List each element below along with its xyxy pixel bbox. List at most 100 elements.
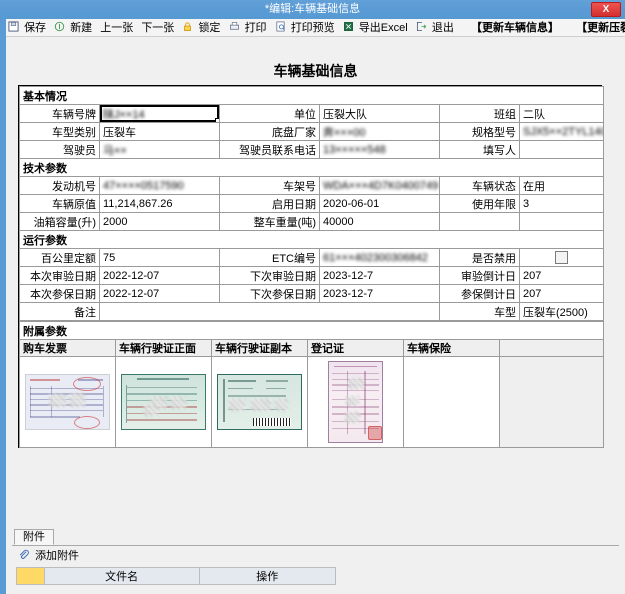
doc-cell-invoice[interactable]: [19, 356, 116, 448]
close-button[interactable]: X: [591, 2, 621, 17]
disabled-checkbox[interactable]: [555, 250, 568, 264]
value-insurance-countdown[interactable]: 207: [519, 284, 604, 303]
value-etc-no[interactable]: 61×××402300306842: [319, 248, 440, 267]
value-gross-weight[interactable]: 40000: [319, 212, 440, 231]
section-header-row-operation: 运行参数: [19, 230, 604, 249]
label-vin: 车架号: [219, 176, 320, 195]
window-title: *编辑:车辆基础信息: [264, 3, 361, 15]
label-unit: 单位: [219, 104, 320, 123]
value-vehicle-status[interactable]: 在用: [519, 176, 604, 195]
value-service-life[interactable]: 3: [519, 194, 604, 213]
value-plate[interactable]: 陕J××14: [99, 104, 220, 123]
toolbar-update-frac-vehicle-info-button[interactable]: 【更新压裂车辆信息】: [574, 19, 625, 36]
value-remark[interactable]: [99, 302, 440, 321]
label-filled-by: 填写人: [439, 140, 520, 159]
toolbar-update-vehicle-info-button[interactable]: 【更新车辆信息】: [469, 19, 562, 36]
label-last-inspection-date: 本次审验日期: [19, 266, 100, 285]
value-engine-no[interactable]: 47××××0517590: [99, 176, 220, 195]
label-tank-capacity: 油箱容量(升): [19, 212, 100, 231]
label-last-insurance-date: 本次参保日期: [19, 284, 100, 303]
toolbar-export-excel-label: 导出Excel: [358, 22, 408, 34]
value-spec-model[interactable]: SJX5××2TYL140: [519, 122, 604, 141]
label-plate: 车辆号牌: [19, 104, 100, 123]
excel-icon: [343, 20, 354, 31]
value-team[interactable]: 二队: [519, 104, 604, 123]
doc-thumbnail-license-copy: [213, 358, 306, 446]
value-start-date[interactable]: 2020-06-01: [319, 194, 440, 213]
value-vin[interactable]: WDA×××4D7K0400749: [319, 176, 440, 195]
doc-header-invoice: 购车发票: [19, 339, 116, 357]
value-driver-phone[interactable]: 13×××××548: [319, 140, 440, 159]
doc-header-license-copy: 车辆行驶证副本: [211, 339, 308, 357]
exit-icon: [416, 20, 427, 32]
toolbar-prev-button[interactable]: 上一张: [98, 19, 136, 36]
doc-cell-spare: [499, 356, 604, 448]
attachment-table-corner[interactable]: [16, 567, 45, 585]
toolbar-exit-label: 退出: [431, 22, 454, 34]
section-title-basic: 基本情况: [19, 86, 604, 105]
toolbar-next-button[interactable]: 下一张: [139, 19, 177, 36]
doc-cell-license-front[interactable]: [115, 356, 212, 448]
attachment-panel: 附件 添加附件 文件名 操作: [12, 529, 619, 590]
section-title-attachment-params: 附属参数: [19, 321, 604, 340]
new-icon: [54, 20, 65, 32]
vehicle-form-grid: 基本情况 车辆号牌 陕J××14 单位 压裂大队 班组 二队 车型类别 压裂车 …: [19, 86, 604, 321]
doc-cell-registration[interactable]: [307, 356, 404, 448]
value-unit[interactable]: 压裂大队: [319, 104, 440, 123]
toolbar-print-button[interactable]: 打印: [227, 19, 270, 36]
window-titlebar: *编辑:车辆基础信息 X: [0, 0, 625, 19]
toolbar-print-label: 打印: [244, 22, 267, 34]
toolbar-prev-label: 上一张: [100, 22, 134, 34]
doc-thumbnail-registration: [309, 358, 402, 446]
label-vehicle-status: 车辆状态: [439, 176, 520, 195]
toolbar-print-preview-label: 打印预览: [290, 22, 335, 34]
attachment-column-filename[interactable]: 文件名: [43, 567, 200, 585]
value-last-insurance-date[interactable]: 2022-12-07: [99, 284, 220, 303]
value-original-value[interactable]: 11,214,867.26: [99, 194, 220, 213]
toolbar-print-preview-button[interactable]: 打印预览: [273, 19, 338, 36]
value-inspection-countdown[interactable]: 207: [519, 266, 604, 285]
section-header-row-technical: 技术参数: [19, 158, 604, 177]
value-next-inspection-date[interactable]: 2023-12-7: [319, 266, 440, 285]
doc-header-row: 购车发票 车辆行驶证正面 车辆行驶证副本 登记证 车辆保险: [19, 339, 604, 357]
doc-thumbnail-insurance: [405, 358, 498, 446]
label-gross-weight: 整车重量(吨): [219, 212, 320, 231]
add-attachment-button[interactable]: 添加附件: [18, 549, 79, 563]
section-title-operation: 运行参数: [19, 230, 604, 249]
toolbar-save-label: 保存: [24, 22, 47, 34]
value-vehicle-category[interactable]: 压裂车: [99, 122, 220, 141]
value-disabled[interactable]: [519, 248, 604, 267]
value-fuel-quota[interactable]: 75: [99, 248, 220, 267]
doc-cell-license-copy[interactable]: [211, 356, 308, 448]
value-driver-text: 马××: [103, 144, 127, 157]
toolbar-exit-button[interactable]: 退出: [414, 19, 457, 36]
attachment-params-grid: 附属参数 购车发票 车辆行驶证正面 车辆行驶证副本 登记证 车辆保险: [19, 321, 604, 448]
label-etc-no: ETC编号: [219, 248, 320, 267]
attachment-column-action[interactable]: 操作: [198, 567, 337, 585]
value-etc-no-text: 61×××402300306842: [323, 251, 428, 264]
section-title-technical: 技术参数: [19, 158, 604, 177]
label-service-life: 使用年限: [439, 194, 520, 213]
toolbar-new-button[interactable]: 新建: [52, 19, 95, 36]
value-vehicle-type[interactable]: 压裂车(2500): [519, 302, 604, 321]
value-tank-capacity[interactable]: 2000: [99, 212, 220, 231]
tab-attachments[interactable]: 附件: [14, 529, 54, 545]
value-last-inspection-date[interactable]: 2022-12-07: [99, 266, 220, 285]
value-chassis-manufacturer[interactable]: 奔×××00: [319, 122, 440, 141]
table-row: 驾驶员 马×× 驾驶员联系电话 13×××××548 填写人: [19, 140, 604, 159]
value-driver[interactable]: 马××: [99, 140, 220, 159]
label-chassis-manufacturer: 底盘厂家: [219, 122, 320, 141]
toolbar-export-excel-button[interactable]: 导出Excel: [341, 19, 411, 36]
value-filled-by[interactable]: [519, 140, 604, 159]
toolbar-lock-button[interactable]: 锁定: [180, 19, 223, 36]
value-next-insurance-date[interactable]: 2023-12-7: [319, 284, 440, 303]
section-header-row-basic: 基本情况: [19, 86, 604, 105]
toolbar-next-label: 下一张: [141, 22, 175, 34]
section-header-row-attachment-params: 附属参数: [19, 321, 604, 340]
label-insurance-countdown: 参保倒计日: [439, 284, 520, 303]
toolbar-lock-label: 锁定: [198, 22, 221, 34]
toolbar-save-button[interactable]: 保存: [6, 19, 49, 36]
doc-cell-insurance[interactable]: [403, 356, 500, 448]
doc-header-registration: 登记证: [307, 339, 404, 357]
save-icon: [8, 20, 19, 32]
